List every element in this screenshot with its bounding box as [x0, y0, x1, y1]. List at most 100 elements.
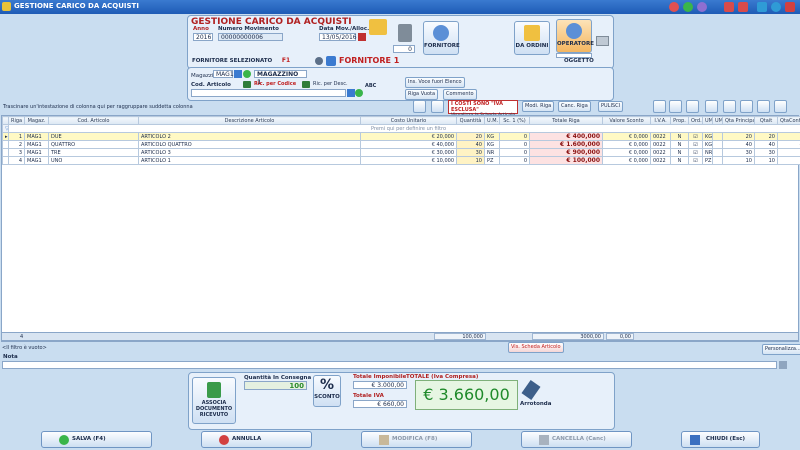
col-qtait[interactable]: Qtait — [754, 116, 778, 125]
filter-row[interactable]: ▽ Premi qui per definire un filtro — [2, 124, 800, 133]
col-um[interactable]: U.M. — [484, 116, 500, 125]
commento-button[interactable]: Commento — [443, 89, 477, 100]
modifica-button[interactable]: MODIFICA (F8) — [361, 431, 472, 448]
vis-scheda-button[interactable]: Vis. Scheda Articolo — [508, 342, 564, 353]
salva-button[interactable]: SALVA (F4) — [41, 431, 152, 448]
col-magaz[interactable]: Magaz. — [24, 116, 49, 125]
magazzino-code-field[interactable]: MAG1 — [213, 70, 234, 78]
filter-hint[interactable]: Premi qui per definire un filtro — [8, 124, 800, 133]
cell-qta[interactable]: 30 — [456, 148, 485, 157]
col-qtaconfezione[interactable]: QtaConfezione — [777, 116, 800, 125]
personalizza-button[interactable]: Personalizza... — [762, 344, 800, 355]
counter-field: 0 — [393, 45, 415, 53]
power-icon[interactable] — [669, 2, 679, 12]
fornitore-button[interactable]: FORNITORE — [423, 21, 460, 55]
door-icon — [690, 435, 700, 445]
monitor-icon[interactable] — [723, 100, 736, 113]
chiudi-button[interactable]: CHIUDI (Esc) — [681, 431, 760, 448]
nota-expand-icon[interactable] — [779, 361, 787, 369]
table-row[interactable]: ▸ 1 MAG1 DUE ARTICOLO 2 € 20,000 20 KG 0… — [2, 132, 800, 141]
cell-qta[interactable]: 20 — [456, 132, 485, 141]
da-ordini-button[interactable]: DA ORDINI — [514, 21, 550, 55]
cell-riga: 1 — [8, 132, 25, 141]
pulisci-button[interactable]: PULISCI — [598, 101, 624, 112]
pen-icon[interactable] — [521, 380, 541, 400]
info-supplier-icon[interactable] — [315, 57, 323, 65]
ric-desc-button[interactable]: Ric. per Desc. — [311, 80, 350, 89]
search-supplier-icon[interactable] — [326, 56, 336, 66]
table-icon[interactable] — [705, 100, 718, 113]
col-sconto[interactable]: Sc. 1 (%) — [499, 116, 530, 125]
trash-icon — [539, 435, 549, 445]
eraser-icon[interactable] — [596, 36, 609, 46]
cell-vsc: € 0,000 — [602, 148, 651, 157]
calculator-icon[interactable] — [738, 2, 748, 12]
chart-icon[interactable] — [757, 100, 770, 113]
calendar-picker-icon[interactable] — [358, 33, 366, 41]
col-cod-articolo[interactable]: Cod. Articolo — [48, 116, 139, 125]
col-um1[interactable]: UM — [702, 116, 713, 125]
data-field[interactable]: 13/05/2016 — [319, 33, 357, 41]
ric-codice-button[interactable]: Ric. per Codice — [252, 80, 298, 89]
exit-icon[interactable] — [774, 100, 787, 113]
info-icon[interactable] — [683, 2, 693, 12]
codart-search-icon[interactable] — [347, 89, 355, 97]
grid-tool-icon-2[interactable] — [431, 100, 444, 113]
magazzino-search-icon[interactable] — [234, 70, 242, 78]
codart-field[interactable] — [191, 89, 346, 97]
cell-qta[interactable]: 10 — [456, 156, 485, 165]
magazzino-add-icon[interactable] — [243, 70, 251, 78]
sconto-button[interactable]: % SCONTO — [313, 375, 341, 407]
info-icon-2[interactable] — [669, 100, 682, 113]
col-riga[interactable]: Riga — [8, 116, 25, 125]
abc-icon[interactable]: ABC — [365, 83, 376, 89]
col-totale-riga[interactable]: Totale Riga — [529, 116, 603, 125]
table-row[interactable]: 3 MAG1 TRE ARTICOLO 3 € 30,000 30 NR 0 €… — [2, 148, 800, 157]
nota-field[interactable] — [2, 361, 777, 369]
ord-checkbox[interactable]: ☑ — [688, 148, 703, 157]
col-valore-sconto[interactable]: Valore Sconto — [602, 116, 651, 125]
anno-field[interactable]: 2016 — [193, 33, 213, 41]
modi-riga-button[interactable]: Modi. Riga — [522, 101, 555, 112]
col-um2[interactable]: UM — [712, 116, 723, 125]
codart-add-icon[interactable] — [355, 89, 363, 97]
attach-icon[interactable] — [398, 24, 412, 42]
salva-label: SALVA (F4) — [72, 436, 106, 442]
save-icon[interactable] — [653, 100, 666, 113]
ord-checkbox[interactable]: ☑ — [688, 156, 703, 165]
col-qta-principale[interactable]: Qta Principale — [722, 116, 755, 125]
col-prop[interactable]: Prop. — [670, 116, 689, 125]
table-row[interactable]: 4 MAG1 UNO ARTICOLO 1 € 10,000 10 PZ 0 €… — [2, 156, 800, 165]
cell-cod: TRE — [48, 148, 139, 157]
cell-qc: 40 — [777, 140, 800, 149]
ord-checkbox[interactable]: ☑ — [688, 140, 703, 149]
close-window-icon[interactable] — [785, 2, 795, 12]
riga-vuota-button[interactable]: Riga Vuota — [405, 89, 439, 100]
annulla-button[interactable]: ANNULLA — [201, 431, 312, 448]
cancella-button[interactable]: CANCELLA (Canc) — [521, 431, 632, 448]
calendar-icon[interactable] — [724, 2, 734, 12]
col-descrizione[interactable]: Descrizione Articolo — [138, 116, 361, 125]
col-iva[interactable]: I.V.A. — [650, 116, 671, 125]
col-costo[interactable]: Costo Unitario — [360, 116, 457, 125]
download-icon[interactable] — [757, 2, 767, 12]
col-quantita[interactable]: Quantità — [456, 116, 485, 125]
help-icon[interactable] — [771, 2, 781, 12]
print-icon[interactable] — [740, 100, 753, 113]
title-bar: GESTIONE CARICO DA ACQUISTI — [0, 0, 800, 14]
operatore-button[interactable]: OPERATORE — [556, 19, 594, 53]
col-ord[interactable]: Ord. — [688, 116, 703, 125]
ins-voce-button[interactable]: Ins. Voce fuori Elenco — [405, 77, 465, 88]
export-icon[interactable] — [686, 100, 699, 113]
cell-sc: 0 — [499, 140, 530, 149]
table-row[interactable]: 2 MAG1 QUATTRO ARTICOLO QUATTRO € 40,000… — [2, 140, 800, 149]
numero-field[interactable]: 00000000006 — [218, 33, 283, 41]
cell-qta[interactable]: 40 — [456, 140, 485, 149]
settings-icon[interactable] — [697, 2, 707, 12]
associa-documento-button[interactable]: ASSOCIA DOCUMENTO RICEVUTO — [192, 377, 236, 424]
folder-up-icon[interactable] — [369, 19, 387, 35]
grid-tool-icon-1[interactable] — [413, 100, 426, 113]
ord-checkbox[interactable]: ☑ — [688, 132, 703, 141]
canc-riga-button[interactable]: Canc. Riga — [558, 101, 591, 112]
cell-prop: N — [670, 156, 689, 165]
